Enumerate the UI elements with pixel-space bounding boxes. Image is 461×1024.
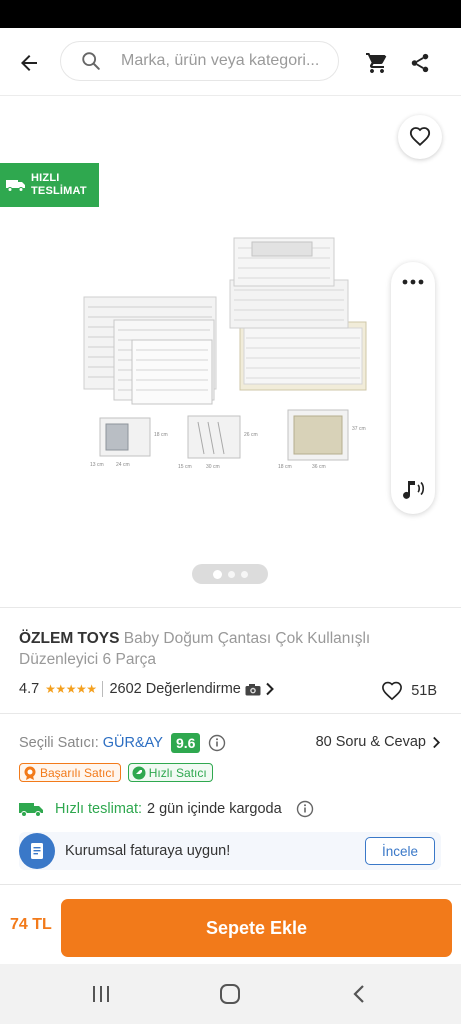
recent-apps-icon [93,986,109,1002]
audio-description-button[interactable] [395,474,431,504]
inspect-button[interactable]: İncele [365,837,435,865]
audio-note-icon [403,481,425,499]
svg-text:13 cm: 13 cm [90,462,104,468]
boxes-group [229,237,367,391]
successful-seller-label: Başarılı Satıcı [40,765,115,780]
back-nav-button[interactable] [344,982,374,1006]
system-navigation-bar [0,964,461,1024]
recent-apps-button[interactable] [86,982,116,1006]
bottom-action-bar: 74 TL Sepete Ekle [0,884,461,964]
seller-row: Seçili Satıcı: GÜR&AY 9.6 [19,732,226,754]
questions-answers-link[interactable]: 80 Soru & Cevap [316,734,441,750]
fast-badge-line1: HIZLI [31,172,60,184]
invoice-icon [19,833,55,869]
favorite-button[interactable] [398,115,442,159]
rocket-icon [132,766,146,779]
home-icon [220,984,240,1004]
seller-score-badge: 9.6 [170,733,201,753]
product-image: 18 cm 26 cm 37 cm 24 cm 30 cm 36 cm 13 cm 15 cm… [83,237,367,470]
svg-text:30 cm: 30 cm [206,464,220,470]
product-title: ÖZLEM TOYS Baby Doğum Çantası Çok Kullan… [19,628,442,670]
product-gallery[interactable]: HIZLI TESLİMAT 18 cm 26 cm 37 cm 24 cm 3… [0,97,461,607]
svg-text:15 cm: 15 cm [178,464,192,470]
cart-button[interactable] [362,48,392,78]
info-icon[interactable] [296,800,314,818]
favorite-count[interactable]: 51B [381,681,437,701]
side-action-panel [391,262,435,514]
top-bar [0,28,461,96]
seller-section: Seçili Satıcı: GÜR&AY 9.6 80 Soru & Ceva… [0,715,461,883]
successful-seller-badge: Başarılı Satıcı [19,763,121,782]
delivery-info: Hızlı teslimat: 2 gün içinde kargoda [19,798,314,820]
seller-name-link[interactable]: GÜR&AY [103,735,163,751]
home-button[interactable] [215,982,245,1006]
pagination-dot[interactable] [227,570,235,578]
small-bags-group: 18 cm 26 cm 37 cm 24 cm 30 cm 36 cm 13 cm 15 cm… [90,409,366,470]
more-options-button[interactable] [391,270,435,294]
more-horizontal-icon [402,279,424,285]
rating-stars: ★★★★★ [45,682,97,696]
svg-text:26 cm: 26 cm [244,432,258,438]
arrow-left-icon [21,55,37,71]
seller-badges: Başarılı Satıcı Hızlı Satıcı [19,763,213,782]
search-input[interactable] [111,52,338,70]
image-pagination[interactable] [192,564,268,584]
heart-icon [409,127,431,147]
favorite-count-value: 51B [411,683,437,699]
price: 74 TL [10,916,52,933]
divider [0,713,461,714]
chevron-left-icon [353,985,364,1003]
pagination-dot[interactable] [240,570,248,578]
svg-text:36 cm: 36 cm [312,464,326,470]
share-icon [411,53,429,73]
share-button[interactable] [405,48,435,78]
truck-icon [6,180,25,192]
heart-outline-icon [382,681,403,701]
corporate-invoice-text: Kurumsal faturaya uygun! [65,843,231,859]
delivery-value: 2 gün içinde kargoda [147,801,282,817]
fast-delivery-badge: HIZLI TESLİMAT [0,163,99,207]
cart-icon [366,53,387,73]
add-to-cart-button[interactable]: Sepete Ekle [61,899,452,957]
seller-label: Seçili Satıcı: [19,735,99,751]
camera-icon [245,683,261,695]
reviews-link[interactable]: 2602 Değerlendirme [109,681,274,697]
flat-bags-group [83,296,217,405]
corporate-invoice-banner: Kurumsal faturaya uygun! İncele [19,832,441,870]
info-icon[interactable] [208,734,226,752]
back-button[interactable] [12,46,46,80]
truck-icon [19,803,43,817]
svg-text:24 cm: 24 cm [116,462,130,468]
svg-text:37 cm: 37 cm [352,426,366,432]
reviews-count: 2602 Değerlendirme [109,681,241,697]
chevron-right-icon [266,682,274,696]
svg-text:18 cm: 18 cm [154,432,168,438]
rating-row[interactable]: 4.7 ★★★★★ 2602 Değerlendirme [19,678,442,700]
fast-badge-line2: TESLİMAT [31,185,87,197]
delivery-label: Hızlı teslimat: [55,801,143,817]
pagination-dot-active[interactable] [212,569,222,579]
rating-value: 4.7 [19,681,40,697]
product-brand[interactable]: ÖZLEM TOYS [19,630,119,647]
product-info: ÖZLEM TOYS Baby Doğum Çantası Çok Kullan… [0,608,461,712]
chevron-right-icon [433,736,441,748]
rating-separator [102,681,104,697]
status-bar [0,0,461,28]
award-icon [24,766,36,780]
fast-seller-badge: Hızlı Satıcı [127,763,213,782]
search-bar[interactable] [60,41,339,81]
search-icon [71,50,111,72]
qa-link-label: 80 Soru & Cevap [315,734,426,750]
fast-seller-label: Hızlı Satıcı [148,765,207,780]
svg-text:18 cm: 18 cm [278,464,292,470]
